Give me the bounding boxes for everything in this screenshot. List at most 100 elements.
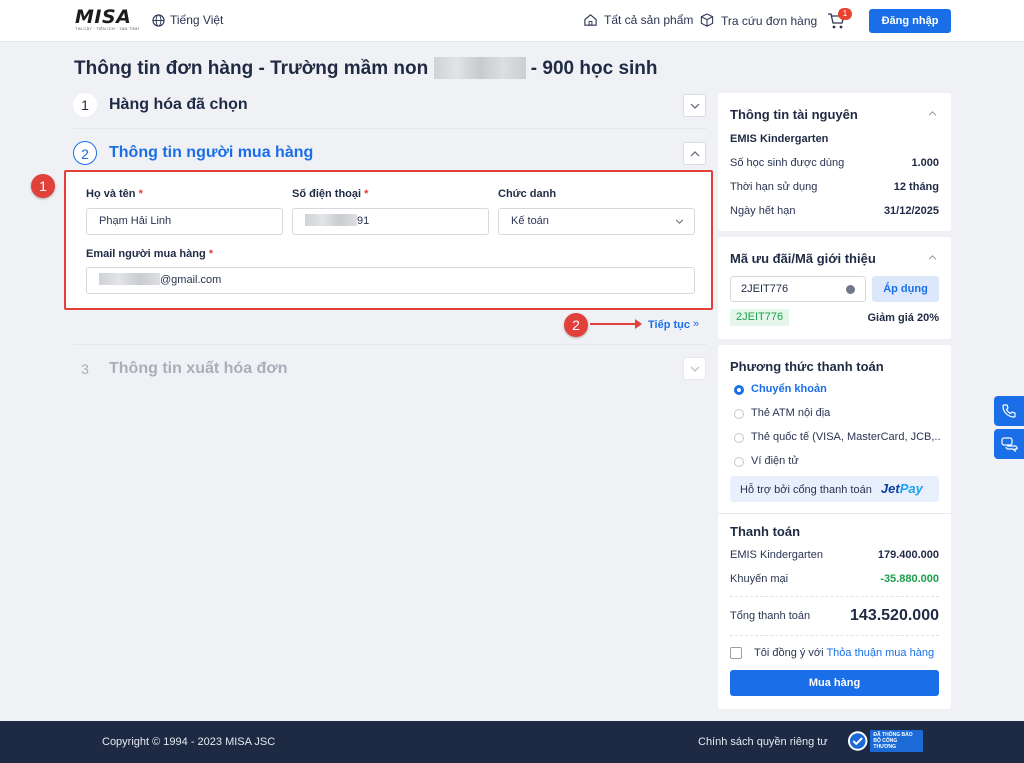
annotation-marker-1: 1 <box>31 174 55 198</box>
home-icon <box>584 14 597 26</box>
summary-promo-value: -35.880.000 <box>880 573 939 585</box>
purchase-agreement-link[interactable]: Thỏa thuận mua hàng <box>826 647 934 659</box>
summary-product-label: EMIS Kindergarten <box>730 549 823 561</box>
resource-row-value: 31/12/2025 <box>883 205 939 217</box>
radio-international-card[interactable] <box>734 433 744 443</box>
collapse-step-2-button[interactable] <box>683 142 706 165</box>
radio-e-wallet[interactable] <box>734 457 744 467</box>
resource-row-label: Ngày hết hạn <box>730 205 796 217</box>
chevron-down-icon <box>675 219 684 224</box>
blurred-email-user <box>99 273 160 285</box>
resource-card-title: Thông tin tài nguyên <box>730 107 858 122</box>
login-button[interactable]: Đăng nhập <box>869 9 951 33</box>
divider <box>730 596 939 597</box>
step-buyer-info[interactable]: 2 Thông tin người mua hàng <box>73 141 313 165</box>
ministry-registered-badge[interactable]: ĐÃ THÔNG BÁO BỘ CÔNG THƯƠNG <box>847 730 923 752</box>
continue-link[interactable]: Tiếp tục <box>648 319 690 331</box>
payment-card: Phương thức thanh toán Chuyển khoản Thẻ … <box>718 345 951 709</box>
box-icon <box>700 13 714 27</box>
email-field-label: Email người mua hàng * <box>86 248 214 260</box>
buy-button[interactable]: Mua hàng <box>730 670 939 696</box>
divider <box>73 344 706 345</box>
total-value: 143.520.000 <box>850 607 939 624</box>
resource-row-label: Thời hạn sử dụng <box>730 181 818 193</box>
chevron-up-icon[interactable] <box>928 252 937 263</box>
radio-domestic-atm[interactable] <box>734 409 744 419</box>
badge-text: ĐÃ THÔNG BÁO BỘ CÔNG THƯƠNG <box>870 730 923 752</box>
order-lookup-label: Tra cứu đơn hàng <box>721 13 818 28</box>
name-input[interactable]: Phạm Hải Linh <box>86 208 283 235</box>
footer: Copyright © 1994 - 2023 MISA JSC Chính s… <box>0 721 1024 763</box>
resource-row-value: 1.000 <box>911 157 939 169</box>
email-input[interactable]: @gmail.com <box>86 267 695 294</box>
double-chevron-icon: » <box>693 318 700 330</box>
chat-support-button[interactable] <box>994 429 1024 459</box>
total-label: Tổng thanh toán <box>730 610 811 622</box>
resource-row-value: 12 tháng <box>893 181 939 193</box>
applied-promo-tag: 2JEIT776 <box>730 309 790 326</box>
privacy-policy-link[interactable]: Chính sách quyền riêng tư <box>698 736 828 748</box>
gateway-text: Hỗ trợ bởi cổng thanh toán <box>740 484 872 496</box>
payment-option-label[interactable]: Thẻ ATM nội địa <box>751 407 830 419</box>
chevron-down-icon <box>690 103 699 109</box>
job-title-label: Chức danh <box>498 188 557 200</box>
annotation-marker-2: 2 <box>564 313 588 337</box>
globe-icon <box>152 13 165 27</box>
divider <box>730 635 939 636</box>
step-number: 3 <box>73 357 97 381</box>
payment-method-title: Phương thức thanh toán <box>730 359 884 374</box>
phone-input[interactable]: 91 <box>292 208 489 235</box>
language-selector[interactable]: Tiếng Việt <box>152 13 223 27</box>
top-header: MISA TIN CẬY · TIỆN ÍCH · TẬN TÌNH Tiếng… <box>0 0 1024 42</box>
phone-field-label: Số điện thoại * <box>292 188 369 200</box>
agree-checkbox[interactable] <box>730 647 742 659</box>
promo-code-card: Mã ưu đãi/Mã giới thiệu 2JEIT776 Áp dụng… <box>718 237 951 339</box>
step-number: 2 <box>73 141 97 165</box>
copyright-text: Copyright © 1994 - 2023 MISA JSC <box>102 736 276 748</box>
discount-label: Giảm giá 20% <box>867 312 939 324</box>
resource-row-label: Số học sinh được dùng <box>730 157 845 169</box>
radio-bank-transfer[interactable] <box>734 385 744 395</box>
chevron-up-icon[interactable] <box>928 108 937 119</box>
payment-option-label[interactable]: Chuyển khoản <box>751 383 827 395</box>
payment-gateway-note: Hỗ trợ bởi cổng thanh toán JetPay <box>730 476 939 502</box>
phone-icon <box>1002 404 1016 418</box>
misa-logo[interactable]: MISA TIN CẬY · TIỆN ÍCH · TẬN TÌNH <box>75 6 139 34</box>
phone-visible-digits: 91 <box>357 215 370 227</box>
order-lookup-link[interactable]: Tra cứu đơn hàng <box>699 13 817 28</box>
check-shield-icon <box>847 731 868 751</box>
email-visible-domain: @gmail.com <box>160 274 222 286</box>
apply-promo-button[interactable]: Áp dụng <box>872 276 939 302</box>
resource-info-card: Thông tin tài nguyên EMIS Kindergarten S… <box>718 93 951 231</box>
step-number: 1 <box>73 93 97 117</box>
page-title-suffix: - 900 học sinh <box>530 58 658 79</box>
chat-icon <box>1000 436 1018 452</box>
agree-text: Tôi đồng ý với Thỏa thuận mua hàng <box>754 647 935 659</box>
expand-step-1-button[interactable] <box>683 94 706 117</box>
call-support-button[interactable] <box>994 396 1024 426</box>
summary-title: Thanh toán <box>730 524 801 539</box>
payment-option-label[interactable]: Ví điện tử <box>751 455 799 467</box>
step-label: Thông tin xuất hóa đơn <box>109 360 288 377</box>
buyer-info-form: Họ và tên * Phạm Hải Linh Số điện thoại … <box>64 170 713 310</box>
all-products-link[interactable]: Tất cả sản phẩm <box>583 13 693 27</box>
language-label: Tiếng Việt <box>170 13 224 27</box>
job-title-select[interactable]: Kế toán <box>498 208 695 235</box>
page-title: Thông tin đơn hàng - Trường mầm non - 90… <box>74 57 658 80</box>
annotation-arrow <box>590 319 642 329</box>
blurred-phone-digits <box>305 214 357 226</box>
step-invoice-info[interactable]: 3 Thông tin xuất hóa đơn <box>73 357 287 381</box>
divider <box>718 513 951 514</box>
payment-option-label[interactable]: Thẻ quốc tế (VISA, MasterCard, JCB,.. <box>751 431 941 443</box>
logo-text: MISA <box>75 6 132 28</box>
step-label: Hàng hóa đã chọn <box>109 96 248 113</box>
step-selected-goods[interactable]: 1 Hàng hóa đã chọn <box>73 93 248 117</box>
promo-card-title: Mã ưu đãi/Mã giới thiệu <box>730 251 876 266</box>
blurred-school-name <box>433 57 526 79</box>
logo-tagline: TIN CẬY · TIỆN ÍCH · TẬN TÌNH <box>75 26 139 31</box>
divider <box>73 128 706 129</box>
step-label: Thông tin người mua hàng <box>109 144 314 161</box>
clear-icon[interactable] <box>846 285 855 294</box>
summary-promo-label: Khuyến mại <box>730 573 789 585</box>
expand-step-3-button[interactable] <box>683 357 706 380</box>
